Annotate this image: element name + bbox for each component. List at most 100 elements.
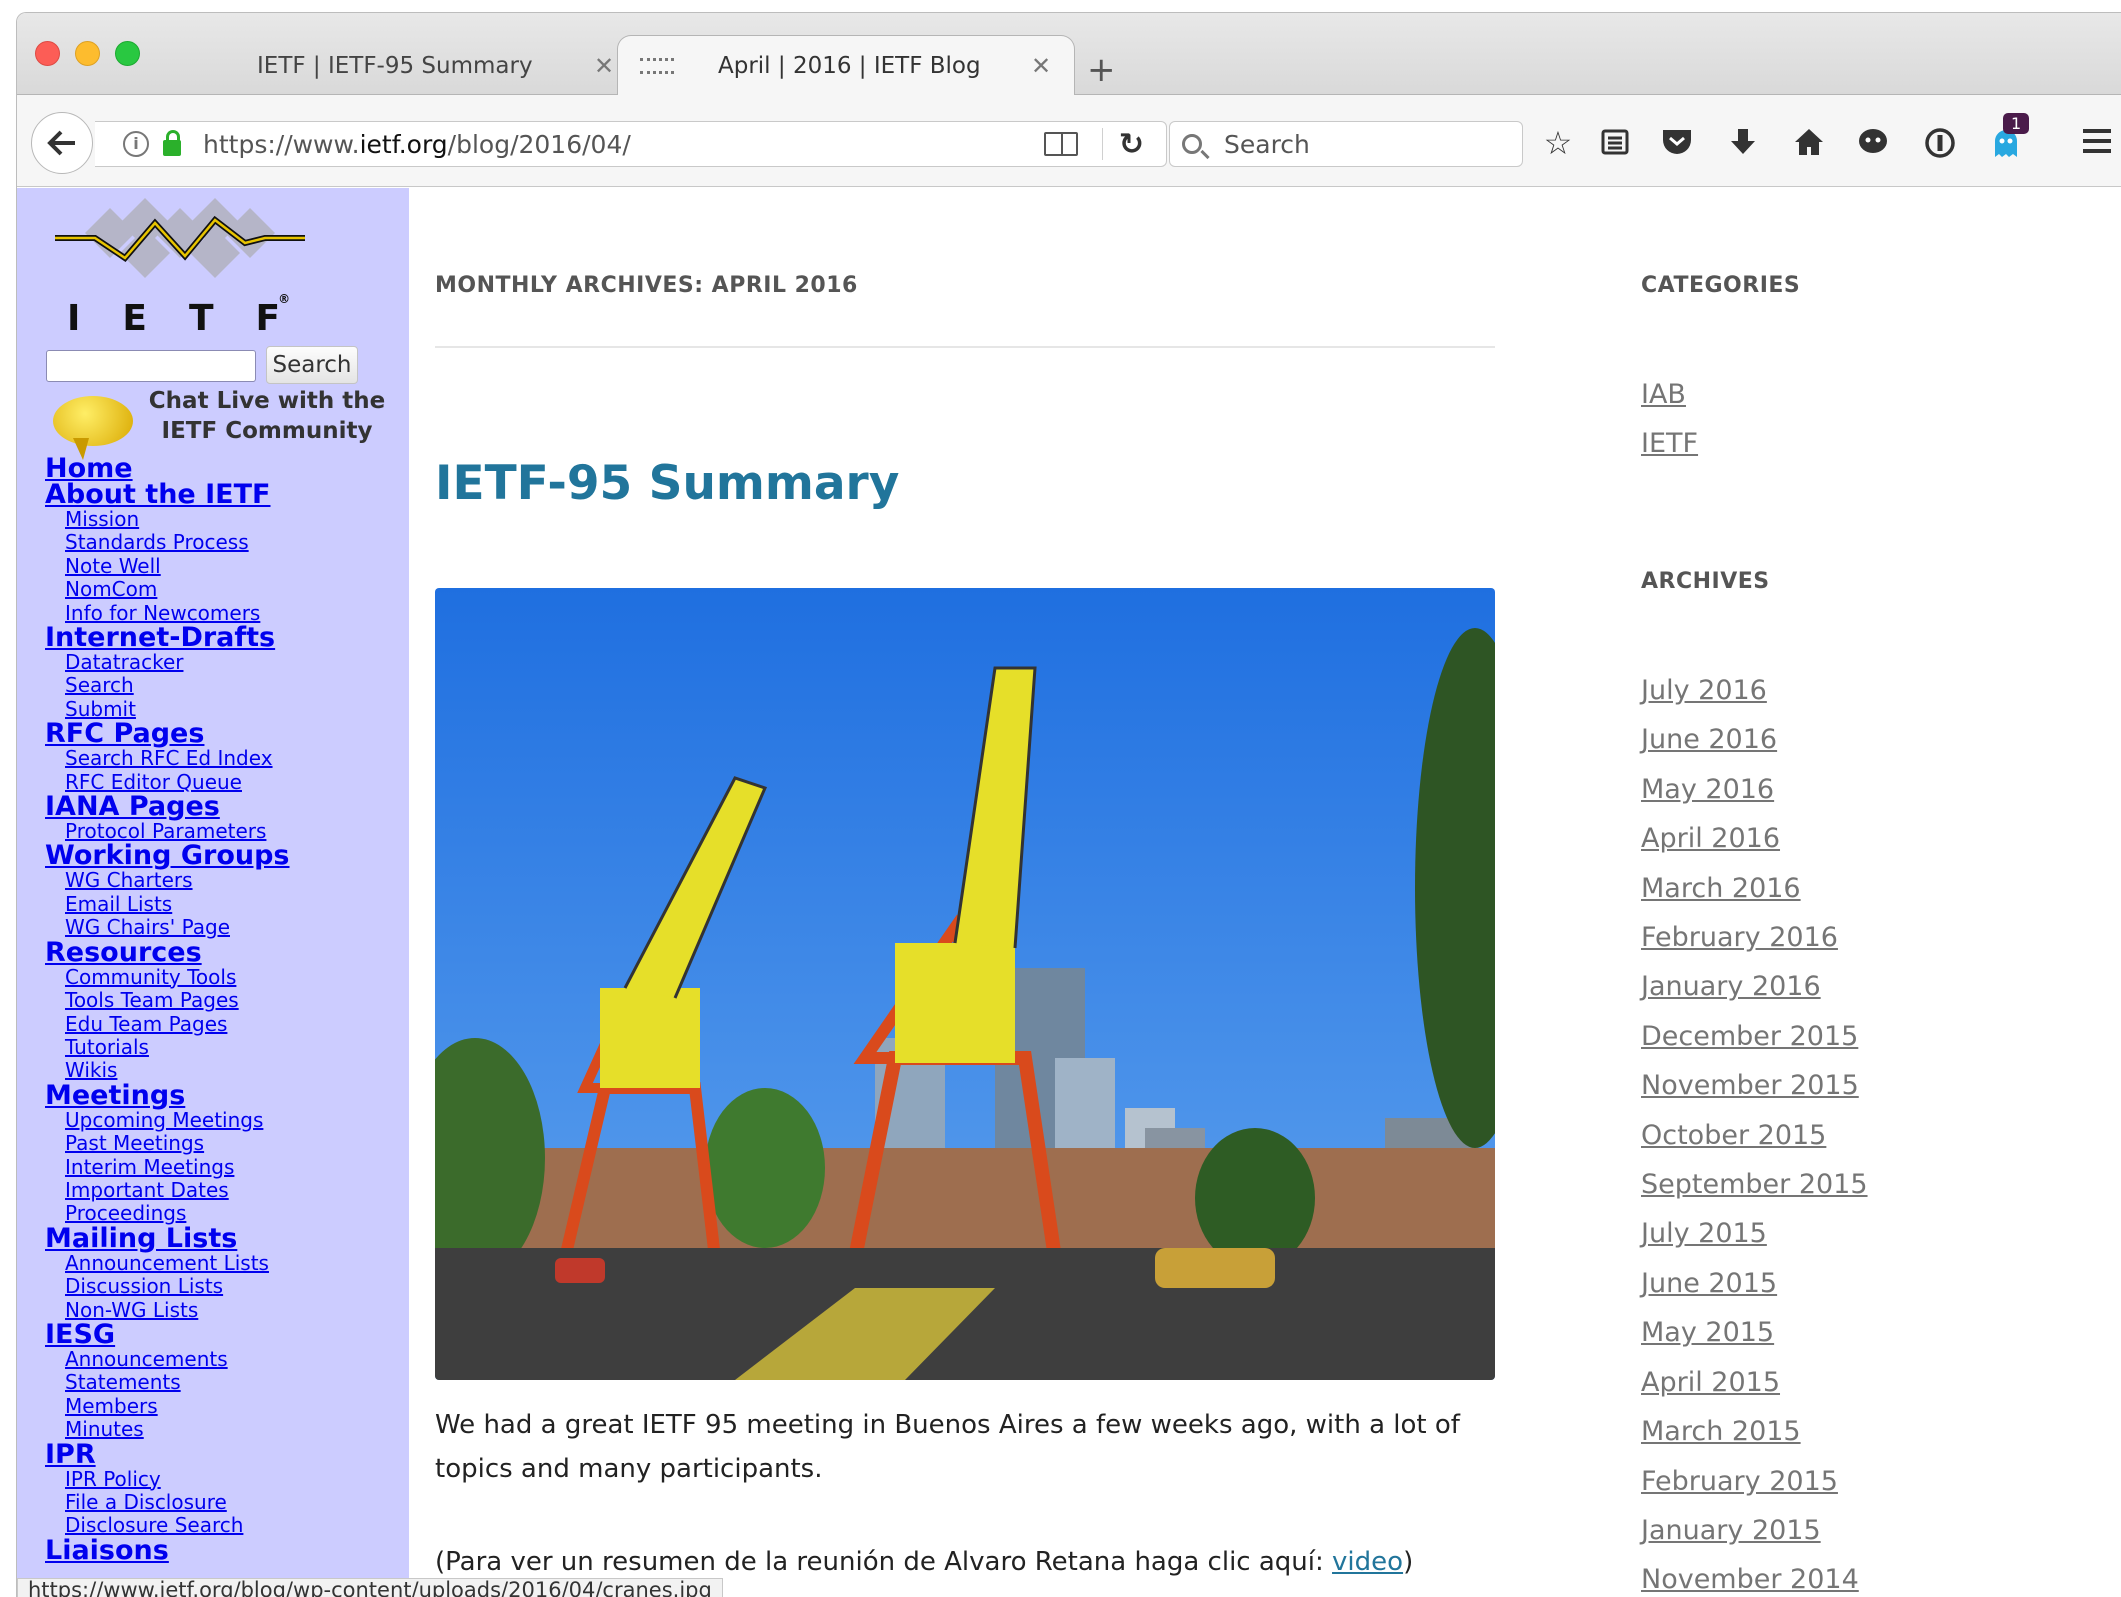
sidebar-item-announcement-lists[interactable]: Announcement Lists	[45, 1251, 405, 1275]
archive-link[interactable]: March 2015	[1641, 1407, 1868, 1456]
tab-close-icon[interactable]: ✕	[1026, 52, 1056, 80]
info-icon[interactable]: i	[123, 131, 149, 157]
archive-link[interactable]: January 2016	[1641, 962, 1868, 1011]
tab-bar: IETF | IETF-95 Summary ✕ April | 2016 | …	[17, 13, 2121, 96]
favicon-icon	[640, 58, 674, 74]
sidebar-section-ipr[interactable]: IPR	[45, 1441, 405, 1468]
sidebar-item-important-dates[interactable]: Important Dates	[45, 1178, 405, 1202]
search-placeholder: Search	[1224, 129, 1310, 159]
sidebar-item-datatracker[interactable]: Datatracker	[45, 650, 405, 674]
sidebar-search-input[interactable]	[46, 350, 256, 382]
window-minimize-button[interactable]	[75, 41, 100, 66]
sidebar-item-interim-meetings[interactable]: Interim Meetings	[45, 1155, 405, 1179]
bookmark-star-icon[interactable]: ☆	[1538, 127, 1578, 159]
cranes-photo[interactable]	[435, 588, 1495, 1380]
sidebar-item-announcements[interactable]: Announcements	[45, 1347, 405, 1371]
archive-link[interactable]: June 2015	[1641, 1259, 1868, 1308]
sidebar-item-past-meetings[interactable]: Past Meetings	[45, 1131, 405, 1155]
sidebar-item-nomcom[interactable]: NomCom	[45, 577, 405, 601]
sidebar-item-members[interactable]: Members	[45, 1394, 405, 1418]
registered-mark: ®	[278, 292, 291, 306]
back-button[interactable]	[31, 112, 93, 174]
url-bar[interactable]: i https://www.ietf.org/blog/2016/04/ ↻	[95, 121, 1167, 167]
ietf-logo-icon[interactable]	[55, 198, 305, 284]
category-link[interactable]: IAB	[1641, 370, 1698, 419]
sidebar-section-meetings[interactable]: Meetings	[45, 1082, 405, 1109]
category-link[interactable]: IETF	[1641, 419, 1698, 468]
archive-link[interactable]: November 2015	[1641, 1061, 1868, 1110]
archive-link[interactable]: February 2016	[1641, 913, 1868, 962]
search-bar[interactable]: Search	[1169, 121, 1523, 167]
archive-link[interactable]: December 2015	[1641, 1012, 1868, 1061]
reload-icon[interactable]: ↻	[1119, 127, 1144, 162]
sidebar-item-discussion-lists[interactable]: Discussion Lists	[45, 1274, 405, 1298]
sidebar-item-email-lists[interactable]: Email Lists	[45, 892, 405, 916]
pocket-icon[interactable]	[1657, 127, 1697, 162]
archive-link[interactable]: November 2014	[1641, 1555, 1868, 1597]
archive-link[interactable]: April 2015	[1641, 1358, 1868, 1407]
archive-link[interactable]: June 2016	[1641, 715, 1868, 764]
search-icon	[1182, 134, 1202, 154]
sidebar-item-wg-charters[interactable]: WG Charters	[45, 869, 405, 893]
tab-close-icon[interactable]: ✕	[589, 52, 619, 80]
password-manager-icon[interactable]	[1920, 127, 1960, 164]
tab-april-2016[interactable]: April | 2016 | IETF Blog ✕	[617, 35, 1075, 96]
sidebar-section-about-the-ietf[interactable]: About the IETF	[45, 481, 405, 508]
sidebar-section-liaisons[interactable]: Liaisons	[45, 1537, 405, 1564]
archive-title: MONTHLY ARCHIVES: APRIL 2016	[435, 273, 858, 298]
bookmarks-list-icon[interactable]	[1595, 127, 1635, 162]
sidebar-item-ipr-policy[interactable]: IPR Policy	[45, 1467, 405, 1491]
sidebar-section-working-groups[interactable]: Working Groups	[45, 842, 405, 869]
chat-bubble-icon[interactable]	[53, 396, 133, 446]
sidebar-item-tutorials[interactable]: Tutorials	[45, 1035, 405, 1059]
home-icon[interactable]	[1789, 127, 1829, 162]
sidebar-nav: Home About the IETF Mission Standards Proce…	[45, 455, 405, 1564]
chat-line-2: IETF Community	[161, 418, 373, 444]
categories-title: CATEGORIES	[1641, 273, 1801, 298]
sidebar-section-iesg[interactable]: IESG	[45, 1321, 405, 1348]
tab-ietf-95-summary[interactable]: IETF | IETF-95 Summary ✕	[237, 35, 637, 96]
download-icon[interactable]	[1723, 127, 1763, 162]
sidebar-section-internet-drafts[interactable]: Internet-Drafts	[45, 624, 405, 651]
sidebar-item-minutes[interactable]: Minutes	[45, 1417, 405, 1441]
sidebar-section-resources[interactable]: Resources	[45, 939, 405, 966]
sidebar-item-search[interactable]: Search	[45, 674, 405, 698]
archive-link[interactable]: October 2015	[1641, 1111, 1868, 1160]
archive-link[interactable]: April 2016	[1641, 814, 1868, 863]
sidebar-item-community-tools[interactable]: Community Tools	[45, 965, 405, 989]
logo-text: IETF®	[67, 292, 334, 339]
sidebar-item-file-a-disclosure[interactable]: File a Disclosure	[45, 1490, 405, 1514]
sidebar-item-tools-team-pages[interactable]: Tools Team Pages	[45, 988, 405, 1012]
sidebar-search-button[interactable]: Search	[266, 346, 358, 384]
sidebar-section-iana-pages[interactable]: IANA Pages	[45, 793, 405, 820]
archive-link[interactable]: July 2016	[1641, 666, 1868, 715]
menu-icon[interactable]	[2077, 127, 2117, 160]
reader-view-icon[interactable]	[1043, 132, 1078, 156]
archive-link[interactable]: September 2015	[1641, 1160, 1868, 1209]
sidebar-item-edu-team-pages[interactable]: Edu Team Pages	[45, 1012, 405, 1036]
archive-link[interactable]: March 2016	[1641, 864, 1868, 913]
post-paragraph: We had a great IETF 95 meeting in Buenos…	[435, 1410, 1460, 1484]
sidebar-item-search-rfc-ed-index[interactable]: Search RFC Ed Index	[45, 746, 405, 770]
archive-link[interactable]: February 2015	[1641, 1457, 1868, 1506]
chat-icon[interactable]	[1853, 127, 1893, 162]
chat-live-link[interactable]: Chat Live with the IETF Community	[137, 386, 397, 446]
url-text[interactable]: https://www.ietf.org/blog/2016/04/	[203, 130, 1044, 159]
window-close-button[interactable]	[35, 41, 60, 66]
sidebar-item-note-well[interactable]: Note Well	[45, 554, 405, 578]
archive-link[interactable]: July 2015	[1641, 1209, 1868, 1258]
archive-link[interactable]: May 2015	[1641, 1308, 1868, 1357]
sidebar-item-statements[interactable]: Statements	[45, 1370, 405, 1394]
window-maximize-button[interactable]	[115, 41, 140, 66]
sidebar-section-mailing-lists[interactable]: Mailing Lists	[45, 1225, 405, 1252]
sidebar-section-rfc-pages[interactable]: RFC Pages	[45, 720, 405, 747]
new-tab-button[interactable]: +	[1087, 53, 1116, 87]
archive-link[interactable]: May 2016	[1641, 765, 1868, 814]
sidebar-item-upcoming-meetings[interactable]: Upcoming Meetings	[45, 1108, 405, 1132]
video-link[interactable]: video	[1332, 1547, 1403, 1577]
archive-link[interactable]: January 2015	[1641, 1506, 1868, 1555]
sidebar-item-mission[interactable]: Mission	[45, 507, 405, 531]
sidebar-item-standards-process[interactable]: Standards Process	[45, 530, 405, 554]
post-title-link[interactable]: IETF-95 Summary	[435, 456, 899, 511]
tab-title: IETF | IETF-95 Summary	[257, 52, 533, 79]
